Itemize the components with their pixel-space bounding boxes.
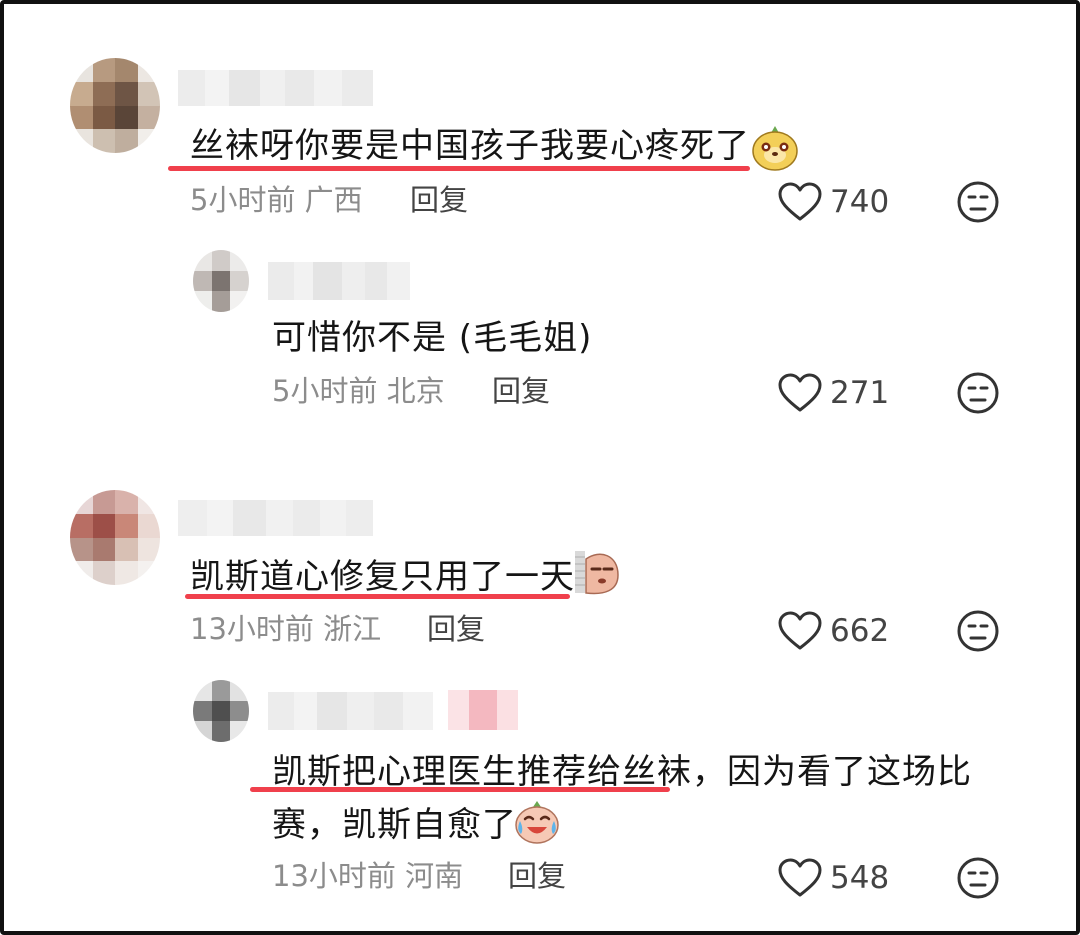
- username-blurred[interactable]: [268, 692, 433, 730]
- neutral-face-icon[interactable]: [956, 371, 1000, 415]
- avatar[interactable]: [70, 58, 160, 153]
- reply-button[interactable]: 回复: [410, 182, 468, 218]
- badge-blurred: [448, 690, 518, 730]
- crying-laughing-emoji: [515, 801, 559, 844]
- red-underline: [185, 594, 570, 599]
- timestamp: 13小时前: [272, 859, 396, 893]
- reply-text-line2: 赛，凯斯自愈了: [272, 805, 517, 845]
- avatar[interactable]: [70, 490, 160, 585]
- reply-button[interactable]: 回复: [492, 373, 550, 409]
- red-underline: [250, 787, 670, 792]
- heart-outline-icon[interactable]: [777, 610, 823, 652]
- neutral-face-icon[interactable]: [956, 609, 1000, 653]
- comment-meta: 13小时前 浙江: [190, 611, 381, 647]
- neutral-face-icon[interactable]: [956, 180, 1000, 224]
- reply-text: 可惜你不是 (毛毛姐): [272, 318, 593, 358]
- location: 河南: [405, 859, 464, 893]
- location: 浙江: [323, 612, 382, 646]
- timestamp: 5小时前: [272, 374, 378, 408]
- heart-outline-icon[interactable]: [777, 857, 823, 899]
- like-count: 548: [830, 860, 890, 896]
- red-underline: [168, 166, 750, 171]
- username-blurred[interactable]: [178, 500, 373, 536]
- comment-text: 丝袜呀你要是中国孩子我要心疼死了: [190, 126, 750, 166]
- peeking-emoji: [575, 551, 619, 595]
- username-blurred[interactable]: [178, 70, 373, 106]
- meerkat-emoji: [752, 126, 798, 171]
- timestamp: 5小时前: [190, 183, 296, 217]
- like-count: 740: [830, 184, 890, 220]
- like-count: 662: [830, 613, 890, 649]
- comment-text: 凯斯道心修复只用了一天: [190, 557, 575, 597]
- comment-meta: 5小时前 广西: [190, 182, 363, 218]
- location: 广西: [304, 183, 363, 217]
- reply-meta: 5小时前 北京: [272, 373, 445, 409]
- heart-outline-icon[interactable]: [777, 181, 823, 223]
- reply-meta: 13小时前 河南: [272, 858, 463, 894]
- avatar[interactable]: [193, 680, 249, 742]
- reply-button[interactable]: 回复: [508, 858, 566, 894]
- reply-button[interactable]: 回复: [427, 611, 485, 647]
- heart-outline-icon[interactable]: [777, 372, 823, 414]
- username-blurred[interactable]: [268, 262, 410, 300]
- timestamp: 13小时前: [190, 612, 314, 646]
- neutral-face-icon[interactable]: [956, 856, 1000, 900]
- like-count: 271: [830, 375, 890, 411]
- location: 北京: [386, 374, 445, 408]
- avatar[interactable]: [193, 250, 249, 312]
